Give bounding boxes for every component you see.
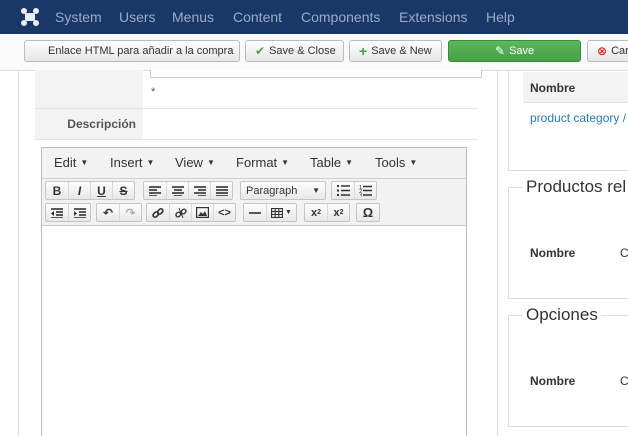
- outdent-icon[interactable]: [46, 204, 68, 221]
- align-right-icon[interactable]: [188, 182, 210, 199]
- caret-down-icon: ▼: [409, 158, 418, 167]
- productos-relacionados-fieldset: [508, 187, 628, 299]
- plus-icon: +: [359, 43, 368, 59]
- caret-down-icon: ▼: [281, 158, 290, 167]
- indent-group: [45, 203, 91, 222]
- menu-system[interactable]: System: [55, 9, 102, 25]
- cancel-button[interactable]: ⊗ Car: [587, 40, 628, 62]
- caret-down-icon: ▼: [285, 209, 292, 216]
- editor-menu-table[interactable]: Table ▼: [310, 155, 353, 170]
- format-select-value: Paragraph: [246, 184, 298, 197]
- edit-icon: ✎: [495, 44, 506, 58]
- column-header-nombre: Nombre: [530, 374, 576, 388]
- save-label: Save: [509, 45, 535, 57]
- editor-menu-edit[interactable]: Edit ▼: [54, 155, 88, 170]
- menu-users[interactable]: Users: [119, 9, 156, 25]
- table-group: ▼: [243, 203, 297, 222]
- check-icon: ✔: [255, 44, 266, 58]
- save-close-button[interactable]: ✔ Save & Close: [245, 40, 344, 62]
- strikethrough-icon[interactable]: S: [112, 182, 134, 199]
- undo-icon[interactable]: ↶: [97, 204, 119, 221]
- text-style-group: B I U S: [45, 181, 135, 200]
- editor-menu-insert[interactable]: Insert ▼: [110, 155, 154, 170]
- horizontal-rule-icon[interactable]: [244, 204, 266, 221]
- opciones-fieldset: [508, 315, 628, 427]
- menu-extensions[interactable]: Extensions: [399, 9, 467, 25]
- numbered-list-icon[interactable]: 123: [354, 182, 376, 199]
- underline-icon[interactable]: U: [90, 182, 112, 199]
- script-group: x2 x2: [304, 203, 350, 222]
- bullet-list-icon[interactable]: [332, 182, 354, 199]
- insert-group: <>: [146, 203, 236, 222]
- menu-content[interactable]: Content: [233, 9, 282, 25]
- column-header: C: [620, 374, 628, 388]
- divider: [523, 102, 628, 103]
- descripcion-label: Descripción: [67, 117, 136, 131]
- caret-down-icon: ▼: [312, 186, 320, 195]
- special-character-icon[interactable]: Ω: [357, 204, 379, 221]
- code-icon[interactable]: <>: [213, 204, 235, 221]
- indent-icon[interactable]: [68, 204, 90, 221]
- align-center-icon[interactable]: [166, 182, 188, 199]
- divider: [35, 139, 477, 140]
- svg-text:3: 3: [359, 193, 362, 197]
- required-note: *: [151, 86, 156, 98]
- column-header-nombre: Nombre: [530, 81, 576, 95]
- menu-help[interactable]: Help: [486, 9, 515, 25]
- caret-down-icon: ▼: [345, 158, 353, 167]
- bold-icon[interactable]: B: [46, 182, 68, 199]
- link-icon[interactable]: [147, 204, 169, 221]
- caret-down-icon: ▼: [80, 158, 89, 167]
- redo-icon[interactable]: ↷: [119, 204, 141, 221]
- save-button[interactable]: ✎ Save: [448, 40, 581, 62]
- italic-icon[interactable]: I: [68, 182, 90, 199]
- table-icon[interactable]: ▼: [266, 204, 296, 221]
- caret-down-icon: ▼: [206, 158, 215, 167]
- alignment-group: [143, 181, 233, 200]
- text-field[interactable]: [150, 70, 482, 78]
- editor-content-area[interactable]: [42, 226, 466, 436]
- productos-relacionados-legend: Productos rel: [523, 177, 628, 197]
- special-char-group: Ω: [356, 203, 380, 222]
- editor-menu-view[interactable]: View ▼: [175, 155, 215, 170]
- menu-menus[interactable]: Menus: [172, 9, 214, 25]
- enlace-html-label: Enlace HTML para añadir a la compra: [48, 45, 234, 57]
- cancel-label: Car: [611, 45, 628, 57]
- editor-menu-tools[interactable]: Tools ▼: [375, 155, 417, 170]
- editor-menu-format[interactable]: Format ▼: [236, 155, 289, 170]
- align-left-icon[interactable]: [144, 182, 166, 199]
- save-close-label: Save & Close: [269, 45, 336, 57]
- superscript-icon[interactable]: x2: [327, 204, 349, 221]
- unlink-icon[interactable]: [169, 204, 191, 221]
- product-category-link[interactable]: product category /: [530, 111, 626, 125]
- opciones-legend: Opciones: [523, 305, 601, 325]
- list-group: 123: [331, 181, 377, 200]
- joomla-logo-icon[interactable]: [18, 6, 42, 28]
- column-header: C: [620, 246, 628, 260]
- align-justify-icon[interactable]: [210, 182, 232, 199]
- save-new-button[interactable]: + Save & New: [349, 40, 442, 62]
- cancel-icon: ⊗: [597, 44, 608, 58]
- column-header-nombre: Nombre: [530, 246, 576, 260]
- enlace-html-button[interactable]: Enlace HTML para añadir a la compra: [24, 40, 240, 62]
- save-new-label: Save & New: [371, 45, 432, 57]
- label-cell: [35, 70, 143, 108]
- format-select[interactable]: Paragraph ▼: [240, 181, 326, 200]
- image-icon[interactable]: [191, 204, 213, 221]
- menu-components[interactable]: Components: [301, 9, 380, 25]
- history-group: ↶ ↷: [96, 203, 142, 222]
- subscript-icon[interactable]: x2: [305, 204, 327, 221]
- caret-down-icon: ▼: [146, 158, 155, 167]
